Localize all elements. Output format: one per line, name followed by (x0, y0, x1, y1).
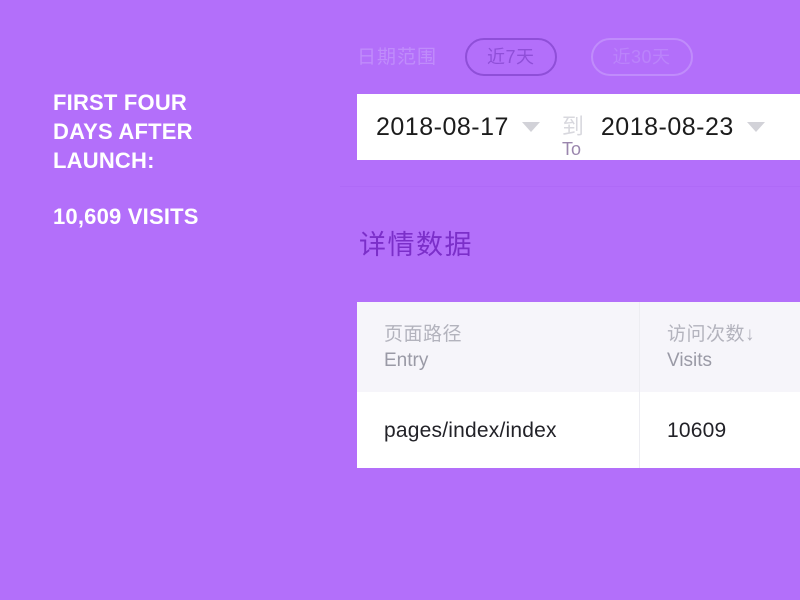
cell-entry-value: pages/index/index (384, 418, 557, 442)
table-header-row: 页面路径 Entry 访问次数↓ Visits (357, 302, 800, 392)
start-date-value: 2018-08-17 (376, 112, 509, 141)
preset-last-7-days[interactable]: 近7天 (465, 38, 557, 76)
headline-line-3: launch: (53, 148, 155, 173)
start-date-field[interactable]: 2018-08-17 (357, 94, 540, 160)
cell-visits-value: 10609 (667, 418, 727, 442)
date-separator-en: To (562, 139, 582, 159)
cell-visits: 10609 (640, 392, 800, 468)
column-header-visits-en: Visits (667, 349, 713, 371)
preset-last-30-days[interactable]: 近30天 (590, 38, 693, 76)
table-row[interactable]: pages/index/index 10609 (357, 392, 800, 468)
headline-block: First four days after launch: (53, 88, 303, 175)
date-separator-cn: 到 (561, 114, 584, 139)
date-range-label: 日期范围 (357, 46, 438, 68)
chevron-down-icon (521, 122, 540, 132)
screen: First four days after launch: 10,609 vis… (0, 0, 800, 600)
chevron-down-icon (746, 122, 765, 132)
column-header-visits-cn: 访问次数↓ (667, 323, 756, 345)
column-header-visits[interactable]: 访问次数↓ Visits (640, 302, 800, 392)
section-title: 详情数据 (359, 230, 473, 260)
headline-line-1: First four (53, 90, 187, 115)
analytics-panel: 日期范围 近7天 近30天 2018-08-17 到 2018-08-23 To… (340, 0, 800, 600)
column-header-entry[interactable]: 页面路径 Entry (357, 302, 640, 392)
headline-line-2: days after (53, 119, 193, 144)
column-header-entry-cn: 页面路径 (384, 323, 463, 345)
date-range-controls: 日期范围 近7天 近30天 (357, 36, 693, 78)
headline-stat: 10,609 visits (53, 204, 199, 229)
end-date-field[interactable]: 2018-08-23 (584, 94, 765, 160)
panel-divider (340, 186, 800, 187)
cell-entry: pages/index/index (357, 392, 640, 468)
column-header-entry-en: Entry (384, 349, 429, 371)
detail-data-table: 页面路径 Entry 访问次数↓ Visits pages/index/inde… (357, 302, 800, 468)
end-date-value: 2018-08-23 (600, 112, 734, 141)
